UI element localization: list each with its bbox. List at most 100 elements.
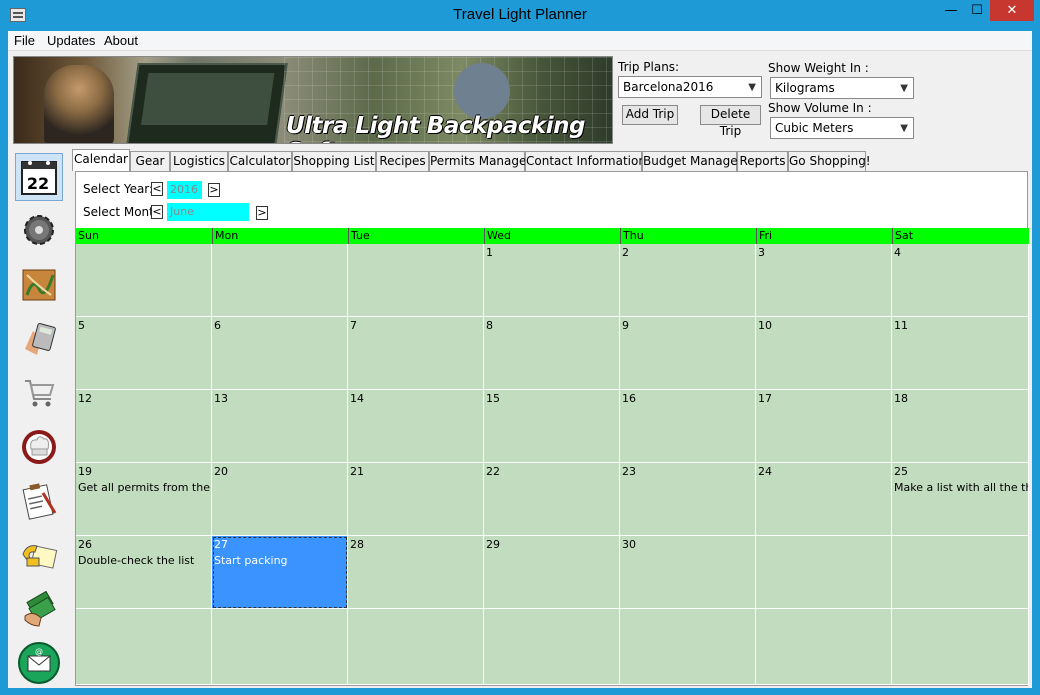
shopping-cart-icon[interactable] [15,369,63,417]
minimize-button[interactable]: — [938,0,964,21]
banner-laptop-graphic [126,63,288,143]
tab-reports[interactable]: Reports [737,151,788,171]
calendar-day-cell[interactable]: 24 [756,463,892,536]
year-field[interactable]: 2016 [167,181,202,199]
tab-logistics[interactable]: Logistics [170,151,228,171]
day-header-mon: Mon [212,228,348,244]
calendar-day-cell[interactable] [484,609,620,685]
menu-file[interactable]: File [14,33,35,48]
calendar-day-cell[interactable] [756,536,892,609]
calendar-day-cell[interactable]: 1 [484,244,620,317]
tab-calendar[interactable]: Calendar [72,149,130,171]
calendar-event-note: Double-check the list [78,554,195,567]
tab-shopping-list[interactable]: Shopping List [292,151,376,171]
volume-label: Show Volume In : [768,101,872,115]
volume-unit-select[interactable]: Cubic Meters ▼ [770,117,914,139]
tab-permits-manager[interactable]: Permits Manager [429,151,531,171]
calendar-day-cell[interactable]: 15 [484,390,620,463]
calendar-day-number: 1 [486,246,493,259]
map-icon[interactable] [15,261,63,309]
menu-about[interactable]: About [104,33,138,48]
calendar-day-cell[interactable] [212,609,348,685]
calendar-day-cell[interactable]: 7 [348,317,484,390]
calendar-day-cell[interactable]: 16 [620,390,756,463]
calendar-day-cell[interactable]: 11 [892,317,1029,390]
calendar-day-cell[interactable]: 25 Make a list with all the thi [892,463,1029,536]
calendar-day-number: 4 [894,246,901,259]
add-trip-button[interactable]: Add Trip [622,105,678,125]
prev-year-button[interactable]: < [151,182,163,196]
calendar-icon[interactable]: 22 [15,153,63,201]
money-icon[interactable] [15,586,63,634]
calendar-day-cell[interactable]: 27 Start packing [212,536,348,609]
calendar-day-cell[interactable]: 8 [484,317,620,390]
clipboard-icon[interactable] [15,477,63,525]
calendar-day-cell[interactable]: 19 Get all permits from the ve [76,463,212,536]
calendar-day-cell[interactable]: 13 [212,390,348,463]
calendar-day-number: 15 [486,392,500,405]
calendar-day-cell[interactable] [348,244,484,317]
tab-go-shopping[interactable]: Go Shopping! [788,151,871,171]
calendar-day-cell[interactable] [212,244,348,317]
calendar-event-note: Make a list with all the thi [894,481,1029,494]
tab-contact-information[interactable]: Contact Information [525,151,646,171]
month-field[interactable]: June [167,203,249,221]
select-month-label: Select Month [83,205,162,219]
calendar-day-cell[interactable]: 18 [892,390,1029,463]
calendar-day-cell[interactable]: 28 [348,536,484,609]
calendar-day-cell[interactable] [756,609,892,685]
day-header-wed: Wed [484,228,620,244]
trip-plans-label: Trip Plans: [618,60,680,74]
tab-budget-manager[interactable]: Budget Manager [642,151,743,171]
calendar-day-number: 26 [78,538,92,551]
calendar-day-cell[interactable]: 9 [620,317,756,390]
maximize-button[interactable]: ☐ [964,0,990,21]
calendar-day-cell[interactable]: 2 [620,244,756,317]
gear-icon[interactable] [15,206,63,254]
phone-contact-icon[interactable] [15,532,63,580]
volume-unit-value: Cubic Meters [775,121,854,135]
next-year-button[interactable]: > [208,183,220,197]
calendar-day-cell[interactable]: 20 [212,463,348,536]
calendar-day-cell[interactable] [892,536,1029,609]
calendar-day-cell[interactable]: 29 [484,536,620,609]
calendar-day-cell[interactable]: 21 [348,463,484,536]
calendar-day-cell[interactable] [892,609,1029,685]
delete-trip-button[interactable]: Delete Trip [700,105,761,138]
calendar-day-cell[interactable] [76,244,212,317]
email-icon[interactable]: @ [15,639,63,687]
chevron-down-icon: ▼ [748,82,756,93]
calculator-icon[interactable] [15,315,63,363]
title-bar[interactable]: Travel Light Planner — ☐ ✕ [0,0,1040,31]
tab-gear[interactable]: Gear [130,151,170,171]
calendar-day-number: 8 [486,319,493,332]
calendar-day-cell[interactable]: 10 [756,317,892,390]
calendar-day-cell[interactable]: 17 [756,390,892,463]
chef-hat-icon[interactable] [15,423,63,471]
calendar-day-cell[interactable]: 22 [484,463,620,536]
calendar-day-number: 21 [350,465,364,478]
trip-plans-select[interactable]: Barcelona2016 ▼ [618,76,762,98]
calendar-day-cell[interactable]: 3 [756,244,892,317]
calendar-day-cell[interactable]: 5 [76,317,212,390]
calendar-day-cell[interactable]: 12 [76,390,212,463]
calendar-day-cell[interactable]: 6 [212,317,348,390]
calendar-day-cell[interactable] [76,609,212,685]
tab-recipes[interactable]: Recipes [376,151,429,171]
next-month-button[interactable]: > [256,206,268,220]
calendar-day-number: 11 [894,319,908,332]
calendar-day-number: 7 [350,319,357,332]
tab-calculator[interactable]: Calculator [228,151,292,171]
weight-unit-select[interactable]: Kilograms ▼ [770,77,914,99]
calendar-day-cell[interactable]: 4 [892,244,1029,317]
prev-month-button[interactable]: < [151,205,163,219]
calendar-day-cell[interactable] [620,609,756,685]
calendar-day-cell[interactable]: 26 Double-check the list [76,536,212,609]
calendar-day-cell[interactable]: 14 [348,390,484,463]
calendar-day-cell[interactable]: 23 [620,463,756,536]
calendar-day-number: 16 [622,392,636,405]
calendar-day-cell[interactable] [348,609,484,685]
close-button[interactable]: ✕ [990,0,1034,21]
menu-updates[interactable]: Updates [47,33,95,48]
calendar-day-cell[interactable]: 30 [620,536,756,609]
